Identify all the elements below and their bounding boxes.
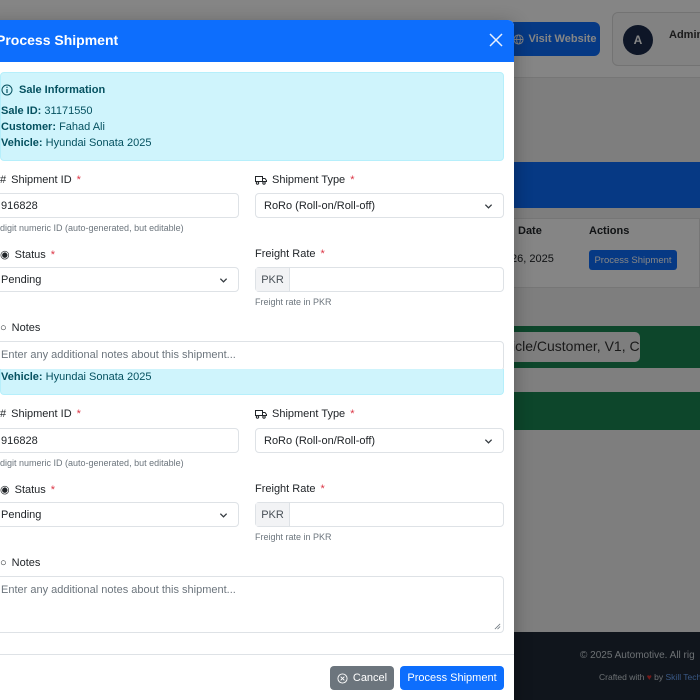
currency-addon: PKR xyxy=(256,503,290,526)
vehicle-row: Vehicle: Hyundai Sonata 2025 xyxy=(1,137,151,149)
shipment-id-input[interactable]: 916828 xyxy=(0,428,239,453)
required-mark: * xyxy=(320,483,325,495)
notes-label: ○ Notes xyxy=(0,557,40,569)
status-icon: ◉ xyxy=(0,249,10,261)
freight-rate-input[interactable]: PKR xyxy=(255,267,504,292)
customer-row: Customer: Fahad Ali xyxy=(1,121,105,133)
shipment-type-label-text: Shipment Type xyxy=(272,408,346,420)
freight-rate-label-text: Freight Rate xyxy=(255,483,316,495)
required-mark: * xyxy=(350,174,355,186)
status-label: ◉ Status * xyxy=(0,248,56,262)
status-value: Pending xyxy=(1,274,42,286)
freight-rate-help: Freight rate in PKR xyxy=(255,532,332,542)
cancel-label: Cancel xyxy=(352,672,388,684)
sale-id-row: Sale ID: 31171550 xyxy=(1,105,93,117)
freight-rate-help: Freight rate in PKR xyxy=(255,297,332,307)
hash-icon: # xyxy=(0,174,7,186)
shipment-id-label: # Shipment ID * xyxy=(0,408,81,420)
required-mark: * xyxy=(76,408,81,420)
status-value: Pending xyxy=(1,509,42,521)
vehicle-value: Hyundai Sonata 2025 xyxy=(45,137,152,149)
status-select[interactable]: Pending xyxy=(0,502,239,527)
notes-textarea[interactable]: Enter any additional notes about this sh… xyxy=(0,576,504,633)
vehicle-label: Vehicle: xyxy=(1,371,43,383)
shipment-id-label-text: Shipment ID xyxy=(11,408,72,420)
required-mark: * xyxy=(320,248,325,260)
info-icon xyxy=(1,84,13,96)
cancel-button[interactable]: Cancel xyxy=(330,666,394,690)
shipment-type-label-text: Shipment Type xyxy=(272,174,346,186)
cancel-circle-icon xyxy=(337,672,348,684)
notes-icon: ○ xyxy=(0,557,7,569)
shipment-id-input[interactable]: 916828 xyxy=(0,193,239,218)
notes-textarea[interactable]: Enter any additional notes about this sh… xyxy=(0,341,504,371)
modal-title: Process Shipment xyxy=(0,32,119,48)
truck-icon xyxy=(255,410,267,419)
shipment-type-label: Shipment Type * xyxy=(255,408,354,420)
shipment-id-label-text: Shipment ID xyxy=(11,174,72,186)
chevron-down-icon xyxy=(484,439,493,444)
resize-handle-icon[interactable] xyxy=(494,623,501,630)
notes-label-text: Notes xyxy=(11,322,41,334)
customer-value: Fahad Ali xyxy=(59,121,105,133)
sale-info-box-overlap: Vehicle: Hyundai Sonata 2025 xyxy=(0,369,504,395)
freight-rate-input[interactable]: PKR xyxy=(255,502,504,527)
shipment-id-help: digit numeric ID (auto-generated, but ed… xyxy=(0,223,184,233)
shipment-type-label: Shipment Type * xyxy=(255,174,354,186)
sale-info-heading-label: Sale Information xyxy=(19,84,106,96)
customer-label: Customer: xyxy=(1,121,57,133)
modal-footer: Cancel Process Shipment xyxy=(0,654,514,700)
status-label-text: Status xyxy=(14,483,46,496)
freight-rate-label: Freight Rate * xyxy=(255,248,325,260)
status-icon: ◉ xyxy=(0,484,10,496)
chevron-down-icon xyxy=(219,513,228,518)
close-icon[interactable] xyxy=(488,32,504,48)
status-label-text: Status xyxy=(14,248,46,261)
vehicle-row: Vehicle: Hyundai Sonata 2025 xyxy=(1,371,151,383)
modal-header: Process Shipment xyxy=(0,20,514,62)
vehicle-value: Hyundai Sonata 2025 xyxy=(45,371,152,383)
sale-info-box: Sale Information Sale ID: 31171550 Custo… xyxy=(0,72,504,161)
freight-rate-label-text: Freight Rate xyxy=(255,248,316,260)
truck-icon xyxy=(255,176,267,185)
notes-icon: ○ xyxy=(0,322,7,334)
notes-placeholder: Enter any additional notes about this sh… xyxy=(1,584,236,596)
shipment-id-label: # Shipment ID * xyxy=(0,174,81,186)
notes-label-text: Notes xyxy=(11,557,41,569)
shipment-type-select[interactable]: RoRo (Roll-on/Roll-off) xyxy=(255,193,504,218)
sale-id-value: 31171550 xyxy=(44,105,93,117)
required-mark: * xyxy=(50,483,56,496)
process-shipment-modal: Process Shipment Sale Information Sale I… xyxy=(0,20,514,700)
process-shipment-button[interactable]: Process Shipment xyxy=(400,666,504,690)
shipment-type-value: RoRo (Roll-on/Roll-off) xyxy=(264,200,376,212)
sale-info-heading: Sale Information xyxy=(1,84,105,96)
currency-addon: PKR xyxy=(256,268,290,291)
freight-rate-label: Freight Rate * xyxy=(255,483,325,495)
required-mark: * xyxy=(50,248,56,261)
notes-label: ○ Notes xyxy=(0,322,40,334)
shipment-id-help: digit numeric ID (auto-generated, but ed… xyxy=(0,458,184,468)
shipment-type-value: RoRo (Roll-on/Roll-off) xyxy=(264,435,376,447)
sale-id-label: Sale ID: xyxy=(1,105,42,117)
status-select[interactable]: Pending xyxy=(0,267,239,292)
chevron-down-icon xyxy=(219,278,228,283)
vehicle-label: Vehicle: xyxy=(1,137,43,149)
required-mark: * xyxy=(350,408,355,420)
status-label: ◉ Status * xyxy=(0,483,56,497)
hash-icon: # xyxy=(0,408,7,420)
shipment-type-select[interactable]: RoRo (Roll-on/Roll-off) xyxy=(255,428,504,453)
chevron-down-icon xyxy=(484,204,493,209)
required-mark: * xyxy=(76,174,81,186)
